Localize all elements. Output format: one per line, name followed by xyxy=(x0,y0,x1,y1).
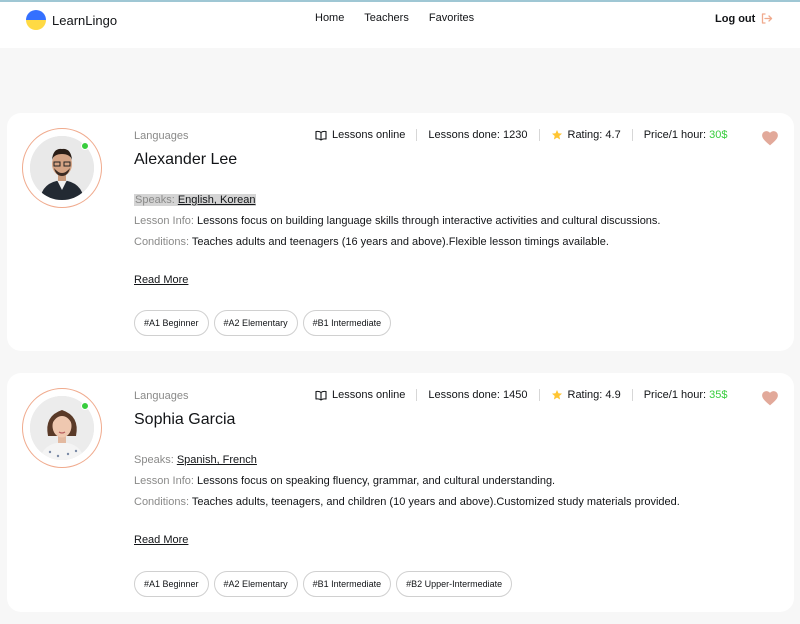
logo[interactable]: LearnLingo xyxy=(26,10,117,30)
level-tag[interactable]: #A1 Beginner xyxy=(134,310,209,336)
speaks-value[interactable]: English, Korean xyxy=(178,194,256,206)
rating-value: 4.7 xyxy=(605,129,621,141)
level-tags: #A1 Beginner #A2 Elementary #B1 Intermed… xyxy=(134,571,517,597)
logout-icon xyxy=(762,13,773,24)
lessons-done-value: 1450 xyxy=(503,389,528,401)
speaks-row: Speaks: Spanish, French xyxy=(134,454,257,466)
star-icon xyxy=(551,130,562,140)
price-stat: Price/1 hour: 30$ xyxy=(644,129,728,141)
divider xyxy=(538,389,540,401)
rating-label: Rating: xyxy=(567,389,603,401)
speaks-value[interactable]: Spanish, French xyxy=(177,454,257,466)
rating-label: Rating: xyxy=(567,129,603,141)
online-status-dot xyxy=(81,402,89,410)
lesson-info-value: Lessons focus on speaking fluency, gramm… xyxy=(197,475,556,487)
main-nav: Home Teachers Favorites xyxy=(315,12,491,24)
book-icon xyxy=(315,130,327,141)
logout-button[interactable]: Log out xyxy=(715,12,773,25)
teacher-stats: Lessons online Lessons done: 1230 Rating… xyxy=(315,129,727,141)
level-tag[interactable]: #A2 Elementary xyxy=(213,571,298,597)
logout-label: Log out xyxy=(715,12,756,25)
logo-text: LearnLingo xyxy=(52,12,118,28)
price-value: 35$ xyxy=(709,389,728,401)
nav-home[interactable]: Home xyxy=(315,12,344,24)
divider xyxy=(631,129,633,141)
ukraine-flag-icon xyxy=(26,10,46,30)
avatar xyxy=(22,388,102,468)
teacher-stats: Lessons online Lessons done: 1450 Rating… xyxy=(315,389,727,401)
lesson-info-row: Lesson Info: Lessons focus on building l… xyxy=(134,215,660,227)
level-tags: #A1 Beginner #A2 Elementary #B1 Intermed… xyxy=(134,310,396,336)
lessons-online-text: Lessons online xyxy=(332,129,406,141)
rating-stat: Rating: 4.7 xyxy=(551,129,621,141)
lessons-done-label: Lessons done: xyxy=(428,389,500,401)
book-icon xyxy=(315,390,327,401)
online-status-dot xyxy=(81,142,89,150)
lesson-info-label: Lesson Info: xyxy=(134,475,197,487)
lesson-info-row: Lesson Info: Lessons focus on speaking f… xyxy=(134,475,555,487)
lessons-online-stat: Lessons online xyxy=(315,129,405,141)
level-tag[interactable]: #A2 Elementary xyxy=(213,310,298,336)
level-tag[interactable]: #A1 Beginner xyxy=(134,571,209,597)
lessons-done-stat: Lessons done: 1450 xyxy=(428,389,527,401)
lesson-info-value: Lessons focus on building language skill… xyxy=(197,215,661,227)
conditions-row: Conditions: Teaches adults, teenagers, a… xyxy=(134,496,680,508)
favorite-heart-icon[interactable] xyxy=(761,129,779,151)
teacher-card: Languages Alexander Lee Lessons online L… xyxy=(7,113,794,351)
teacher-name: Alexander Lee xyxy=(134,151,238,168)
divider xyxy=(631,389,633,401)
lesson-info-label: Lesson Info: xyxy=(134,215,197,227)
read-more-link[interactable]: Read More xyxy=(134,274,188,286)
level-tag[interactable]: #B1 Intermediate xyxy=(302,571,392,597)
divider xyxy=(416,389,418,401)
level-tag[interactable]: #B2 Upper-Intermediate xyxy=(396,571,513,597)
nav-favorites[interactable]: Favorites xyxy=(429,12,474,24)
price-stat: Price/1 hour: 35$ xyxy=(644,389,728,401)
lessons-done-stat: Lessons done: 1230 xyxy=(428,129,527,141)
speaks-label: Speaks: xyxy=(134,454,177,466)
lessons-online-stat: Lessons online xyxy=(315,389,405,401)
avatar xyxy=(22,128,102,208)
level-tag[interactable]: #B1 Intermediate xyxy=(302,310,392,336)
divider xyxy=(538,129,540,141)
lessons-done-label: Lessons done: xyxy=(428,129,500,141)
divider xyxy=(416,129,418,141)
speaks-row: Speaks: English, Korean xyxy=(134,194,257,206)
price-label: Price/1 hour: xyxy=(643,389,707,401)
read-more-link[interactable]: Read More xyxy=(134,534,188,546)
speaks-label: Speaks: xyxy=(135,194,178,206)
favorite-heart-icon[interactable] xyxy=(761,389,779,411)
languages-label: Languages xyxy=(134,390,189,402)
nav-teachers[interactable]: Teachers xyxy=(364,12,409,24)
conditions-label: Conditions: xyxy=(134,496,192,508)
lessons-done-value: 1230 xyxy=(503,129,528,141)
conditions-label: Conditions: xyxy=(134,236,192,248)
price-value: 30$ xyxy=(709,129,728,141)
rating-value: 4.9 xyxy=(605,389,621,401)
rating-stat: Rating: 4.9 xyxy=(551,389,621,401)
site-header: LearnLingo Home Teachers Favorites Log o… xyxy=(0,2,800,48)
price-label: Price/1 hour: xyxy=(643,129,707,141)
teacher-name: Sophia Garcia xyxy=(134,411,236,428)
lessons-online-text: Lessons online xyxy=(332,389,406,401)
conditions-value: Teaches adults, teenagers, and children … xyxy=(191,496,680,508)
teacher-card: Languages Sophia Garcia Lessons online L… xyxy=(7,373,794,612)
conditions-value: Teaches adults and teenagers (16 years a… xyxy=(191,236,609,248)
star-icon xyxy=(551,390,562,400)
languages-label: Languages xyxy=(134,130,189,142)
conditions-row: Conditions: Teaches adults and teenagers… xyxy=(134,236,609,248)
